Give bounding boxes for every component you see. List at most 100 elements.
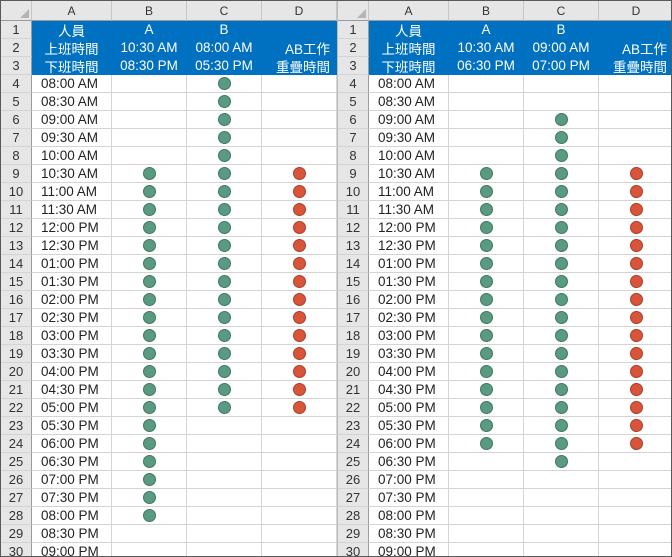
overlap-cell[interactable] — [599, 273, 671, 291]
header-cell[interactable]: 上班時間 — [32, 39, 112, 57]
overlap-cell[interactable] — [262, 93, 337, 111]
staff-a-cell[interactable] — [112, 147, 187, 165]
time-cell[interactable]: 11:30 AM — [32, 201, 112, 219]
staff-b-cell[interactable] — [187, 399, 262, 417]
overlap-cell[interactable] — [599, 327, 671, 345]
time-cell[interactable]: 09:30 AM — [32, 129, 112, 147]
time-cell[interactable]: 11:30 AM — [369, 201, 449, 219]
row-header[interactable]: 23 — [1, 417, 32, 435]
staff-a-cell[interactable] — [112, 471, 187, 489]
staff-b-cell[interactable] — [187, 183, 262, 201]
staff-a-cell[interactable] — [449, 111, 524, 129]
staff-a-cell[interactable] — [449, 291, 524, 309]
overlap-cell[interactable] — [599, 543, 671, 556]
overlap-cell[interactable] — [262, 273, 337, 291]
staff-a-cell[interactable] — [112, 345, 187, 363]
time-cell[interactable]: 10:00 AM — [32, 147, 112, 165]
time-cell[interactable]: 03:00 PM — [369, 327, 449, 345]
staff-a-cell[interactable] — [449, 345, 524, 363]
overlap-cell[interactable] — [599, 345, 671, 363]
staff-a-cell[interactable] — [449, 381, 524, 399]
staff-a-cell[interactable] — [112, 327, 187, 345]
header-cell[interactable]: 上班時間 — [369, 39, 449, 57]
time-cell[interactable]: 01:00 PM — [32, 255, 112, 273]
staff-a-cell[interactable] — [449, 147, 524, 165]
overlap-cell[interactable] — [262, 381, 337, 399]
row-header[interactable]: 13 — [338, 237, 369, 255]
column-header-b[interactable]: B — [112, 1, 187, 21]
staff-b-cell[interactable] — [524, 417, 599, 435]
overlap-cell[interactable] — [262, 183, 337, 201]
time-cell[interactable]: 07:30 PM — [369, 489, 449, 507]
row-header[interactable]: 8 — [338, 147, 369, 165]
staff-a-cell[interactable] — [112, 417, 187, 435]
row-header[interactable]: 16 — [1, 291, 32, 309]
time-cell[interactable]: 12:00 PM — [32, 219, 112, 237]
header-cell[interactable]: AB工作 — [262, 39, 337, 57]
overlap-cell[interactable] — [262, 237, 337, 255]
staff-b-cell[interactable] — [524, 93, 599, 111]
time-cell[interactable]: 03:30 PM — [369, 345, 449, 363]
row-header[interactable]: 8 — [1, 147, 32, 165]
header-cell[interactable]: AB工作 — [599, 39, 671, 57]
column-header-d[interactable]: D — [262, 1, 337, 21]
staff-b-cell[interactable] — [187, 327, 262, 345]
row-header[interactable]: 10 — [338, 183, 369, 201]
row-header[interactable]: 27 — [338, 489, 369, 507]
overlap-cell[interactable] — [599, 507, 671, 525]
time-cell[interactable]: 10:30 AM — [369, 165, 449, 183]
row-header[interactable]: 11 — [1, 201, 32, 219]
staff-b-cell[interactable] — [524, 363, 599, 381]
overlap-cell[interactable] — [262, 417, 337, 435]
row-header[interactable]: 17 — [1, 309, 32, 327]
staff-a-cell[interactable] — [112, 363, 187, 381]
row-header[interactable]: 26 — [1, 471, 32, 489]
row-header[interactable]: 23 — [338, 417, 369, 435]
time-cell[interactable]: 07:30 PM — [32, 489, 112, 507]
staff-b-cell[interactable] — [524, 327, 599, 345]
staff-a-cell[interactable] — [112, 129, 187, 147]
overlap-cell[interactable] — [262, 309, 337, 327]
staff-a-cell[interactable] — [449, 255, 524, 273]
staff-a-cell[interactable] — [112, 381, 187, 399]
staff-b-cell[interactable] — [524, 525, 599, 543]
time-cell[interactable]: 05:00 PM — [32, 399, 112, 417]
time-cell[interactable]: 02:00 PM — [32, 291, 112, 309]
staff-b-cell[interactable] — [187, 453, 262, 471]
overlap-cell[interactable] — [599, 75, 671, 93]
row-header[interactable]: 12 — [1, 219, 32, 237]
row-header[interactable]: 7 — [338, 129, 369, 147]
staff-b-cell[interactable] — [187, 507, 262, 525]
overlap-cell[interactable] — [599, 453, 671, 471]
time-cell[interactable]: 01:30 PM — [32, 273, 112, 291]
staff-a-cell[interactable] — [112, 75, 187, 93]
row-header[interactable]: 28 — [338, 507, 369, 525]
overlap-cell[interactable] — [262, 327, 337, 345]
staff-a-cell[interactable] — [112, 435, 187, 453]
time-cell[interactable]: 09:00 AM — [369, 111, 449, 129]
time-cell[interactable]: 06:30 PM — [32, 453, 112, 471]
staff-b-cell[interactable] — [524, 309, 599, 327]
staff-b-cell[interactable] — [187, 273, 262, 291]
staff-a-cell[interactable] — [112, 525, 187, 543]
staff-a-cell[interactable] — [449, 165, 524, 183]
column-header-c[interactable]: C — [187, 1, 262, 21]
header-cell[interactable]: 07:00 PM — [524, 57, 599, 75]
header-cell[interactable]: 人員 — [32, 21, 112, 39]
row-header[interactable]: 5 — [338, 93, 369, 111]
staff-b-cell[interactable] — [187, 489, 262, 507]
header-cell[interactable]: 08:00 AM — [187, 39, 262, 57]
staff-b-cell[interactable] — [524, 345, 599, 363]
staff-b-cell[interactable] — [524, 165, 599, 183]
overlap-cell[interactable] — [599, 489, 671, 507]
row-header[interactable]: 21 — [338, 381, 369, 399]
row-header[interactable]: 9 — [1, 165, 32, 183]
row-header[interactable]: 29 — [338, 525, 369, 543]
staff-a-cell[interactable] — [112, 93, 187, 111]
overlap-cell[interactable] — [262, 435, 337, 453]
overlap-cell[interactable] — [599, 129, 671, 147]
overlap-cell[interactable] — [599, 111, 671, 129]
row-header[interactable]: 18 — [1, 327, 32, 345]
overlap-cell[interactable] — [262, 471, 337, 489]
staff-b-cell[interactable] — [524, 183, 599, 201]
